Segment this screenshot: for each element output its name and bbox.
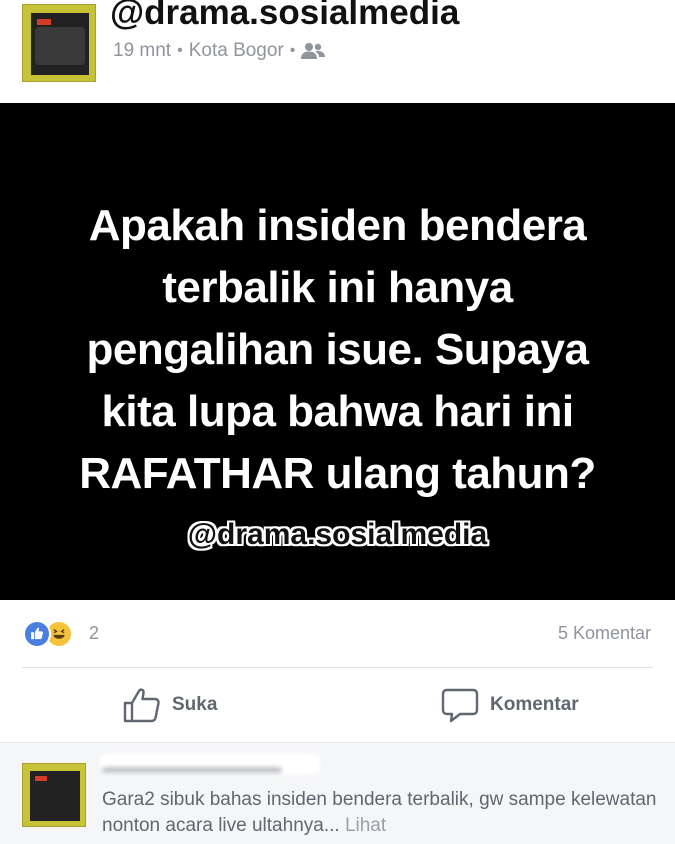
comment-count[interactable]: 5 Komentar [558,623,651,644]
watermark-text: @drama.sosialmedia [110,0,460,32]
reaction-icons[interactable] [23,620,73,648]
post-text-line: Apakah insiden bendera [88,201,587,250]
avatar-image [31,13,89,75]
reaction-count[interactable]: 2 [89,623,99,644]
post-time[interactable]: 19 mnt [113,40,171,62]
friends-icon[interactable] [301,42,326,60]
thumbs-up-icon [123,688,160,723]
comment-section: Gara2 sibuk bahas insiden bendera terbal… [0,742,675,844]
comment-text: Gara2 sibuk bahas insiden bendera terbal… [102,787,662,839]
post-meta: 19 mnt • Kota Bogor • [113,40,326,62]
comment-label: Komentar [490,694,579,715]
comment-bubble-icon [441,688,479,723]
reactions-bar: 2 5 Komentar [0,600,675,668]
post-text-line: RAFATHAR ulang tahun? [79,449,596,498]
post-header: @drama.sosialmedia 19 mnt • Kota Bogor • [0,0,675,103]
avatar-image [30,771,80,821]
like-label: Suka [172,694,218,715]
post-image-text: Apakah insiden bendera terbalik ini hany… [0,195,675,505]
meta-separator: • [289,42,296,59]
commenter-avatar[interactable] [22,763,86,827]
image-watermark: @drama.sosialmedia [187,518,488,551]
action-bar: Suka Komentar [0,668,675,742]
see-more-link[interactable]: Lihat [345,815,386,836]
meta-separator: • [177,42,183,59]
post-location[interactable]: Kota Bogor [189,40,284,62]
commenter-name-redacted [100,753,320,775]
like-reaction-icon [23,620,51,648]
post-text-line: kita lupa bahwa hari ini [101,387,574,436]
like-button[interactable]: Suka [122,686,217,724]
post-text-line: pengalihan isue. Supaya [86,325,589,374]
post-image[interactable]: Apakah insiden bendera terbalik ini hany… [0,103,675,600]
post-text-line: terbalik ini hanya [162,263,513,312]
comment-button[interactable]: Komentar [440,686,579,724]
author-avatar[interactable] [22,4,96,82]
